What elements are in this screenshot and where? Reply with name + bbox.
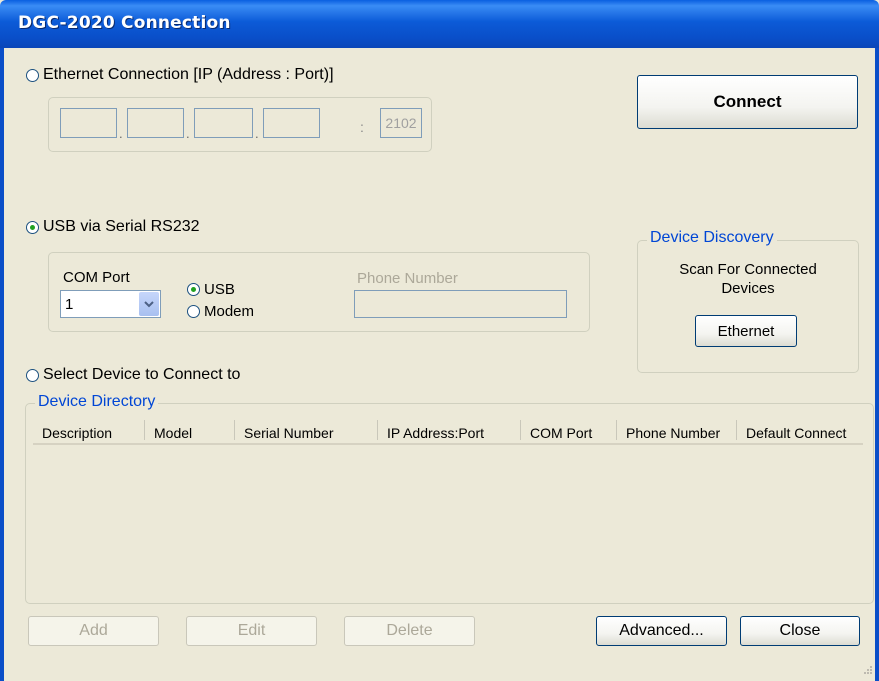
column-com-port[interactable]: COM Port bbox=[521, 420, 617, 441]
select-device-radio[interactable]: Select Device to Connect to bbox=[26, 366, 240, 384]
column-ip-address-port[interactable]: IP Address:Port bbox=[378, 420, 521, 441]
phone-number-input[interactable] bbox=[354, 290, 567, 318]
modem-mode-label: Modem bbox=[204, 303, 255, 320]
device-directory-list[interactable]: Description Model Serial Number IP Addre… bbox=[33, 417, 863, 603]
column-phone-number[interactable]: Phone Number bbox=[617, 420, 737, 441]
radio-unchecked-icon bbox=[187, 305, 200, 318]
column-serial-number[interactable]: Serial Number bbox=[235, 420, 378, 441]
add-button[interactable]: Add bbox=[28, 616, 159, 646]
modem-mode-radio[interactable]: Modem bbox=[187, 303, 254, 320]
radio-checked-icon bbox=[26, 220, 39, 234]
chevron-down-icon[interactable] bbox=[139, 292, 159, 316]
ethernet-connection-label: Ethernet Connection [IP (Address : Port)… bbox=[43, 66, 334, 83]
device-discovery-legend: Device Discovery bbox=[647, 229, 777, 247]
column-description[interactable]: Description bbox=[33, 420, 145, 441]
phone-number-label: Phone Number bbox=[357, 270, 458, 287]
ethernet-connection-radio[interactable]: Ethernet Connection [IP (Address : Port)… bbox=[26, 66, 334, 84]
ip-octet-2-input[interactable] bbox=[127, 108, 184, 138]
ip-separator: . bbox=[255, 126, 259, 141]
window-frame-right bbox=[875, 48, 879, 681]
usb-serial-radio[interactable]: USB via Serial RS232 bbox=[26, 218, 200, 236]
ip-separator: . bbox=[186, 126, 190, 141]
usb-serial-label: USB via Serial RS232 bbox=[43, 218, 200, 235]
resize-grip-icon[interactable] bbox=[863, 665, 873, 675]
ethernet-scan-button[interactable]: Ethernet bbox=[695, 315, 797, 347]
list-header: Description Model Serial Number IP Addre… bbox=[33, 417, 863, 445]
title-bar[interactable]: DGC-2020 Connection bbox=[0, 0, 879, 48]
radio-checked-icon bbox=[187, 283, 200, 296]
window-title: DGC-2020 Connection bbox=[18, 13, 231, 33]
com-port-label: COM Port bbox=[63, 269, 130, 286]
com-port-select[interactable]: 1 bbox=[60, 290, 161, 318]
radio-unchecked-icon bbox=[26, 68, 39, 82]
select-device-label: Select Device to Connect to bbox=[43, 366, 241, 383]
ip-octet-4-input[interactable] bbox=[263, 108, 320, 138]
port-separator: : bbox=[360, 119, 364, 135]
ip-octet-3-input[interactable] bbox=[194, 108, 253, 138]
ip-separator: . bbox=[119, 126, 123, 141]
ip-octet-1-input[interactable] bbox=[60, 108, 117, 138]
connect-button[interactable]: Connect bbox=[637, 75, 858, 129]
column-model[interactable]: Model bbox=[145, 420, 235, 441]
window-frame-left bbox=[0, 48, 4, 681]
radio-unchecked-icon bbox=[26, 368, 39, 382]
delete-button[interactable]: Delete bbox=[344, 616, 475, 646]
edit-button[interactable]: Edit bbox=[186, 616, 317, 646]
advanced-button[interactable]: Advanced... bbox=[596, 616, 727, 646]
usb-mode-label: USB bbox=[204, 281, 235, 298]
close-button[interactable]: Close bbox=[740, 616, 860, 646]
scan-description: Scan For Connected Devices bbox=[679, 261, 817, 297]
usb-mode-radio[interactable]: USB bbox=[187, 281, 235, 298]
device-directory-legend: Device Directory bbox=[35, 393, 159, 411]
port-input[interactable]: 2102 bbox=[380, 108, 422, 138]
dialog-window: DGC-2020 Connection Ethernet Connection … bbox=[0, 0, 879, 681]
com-port-value: 1 bbox=[65, 296, 74, 313]
column-default-connect[interactable]: Default Connect bbox=[737, 420, 863, 441]
